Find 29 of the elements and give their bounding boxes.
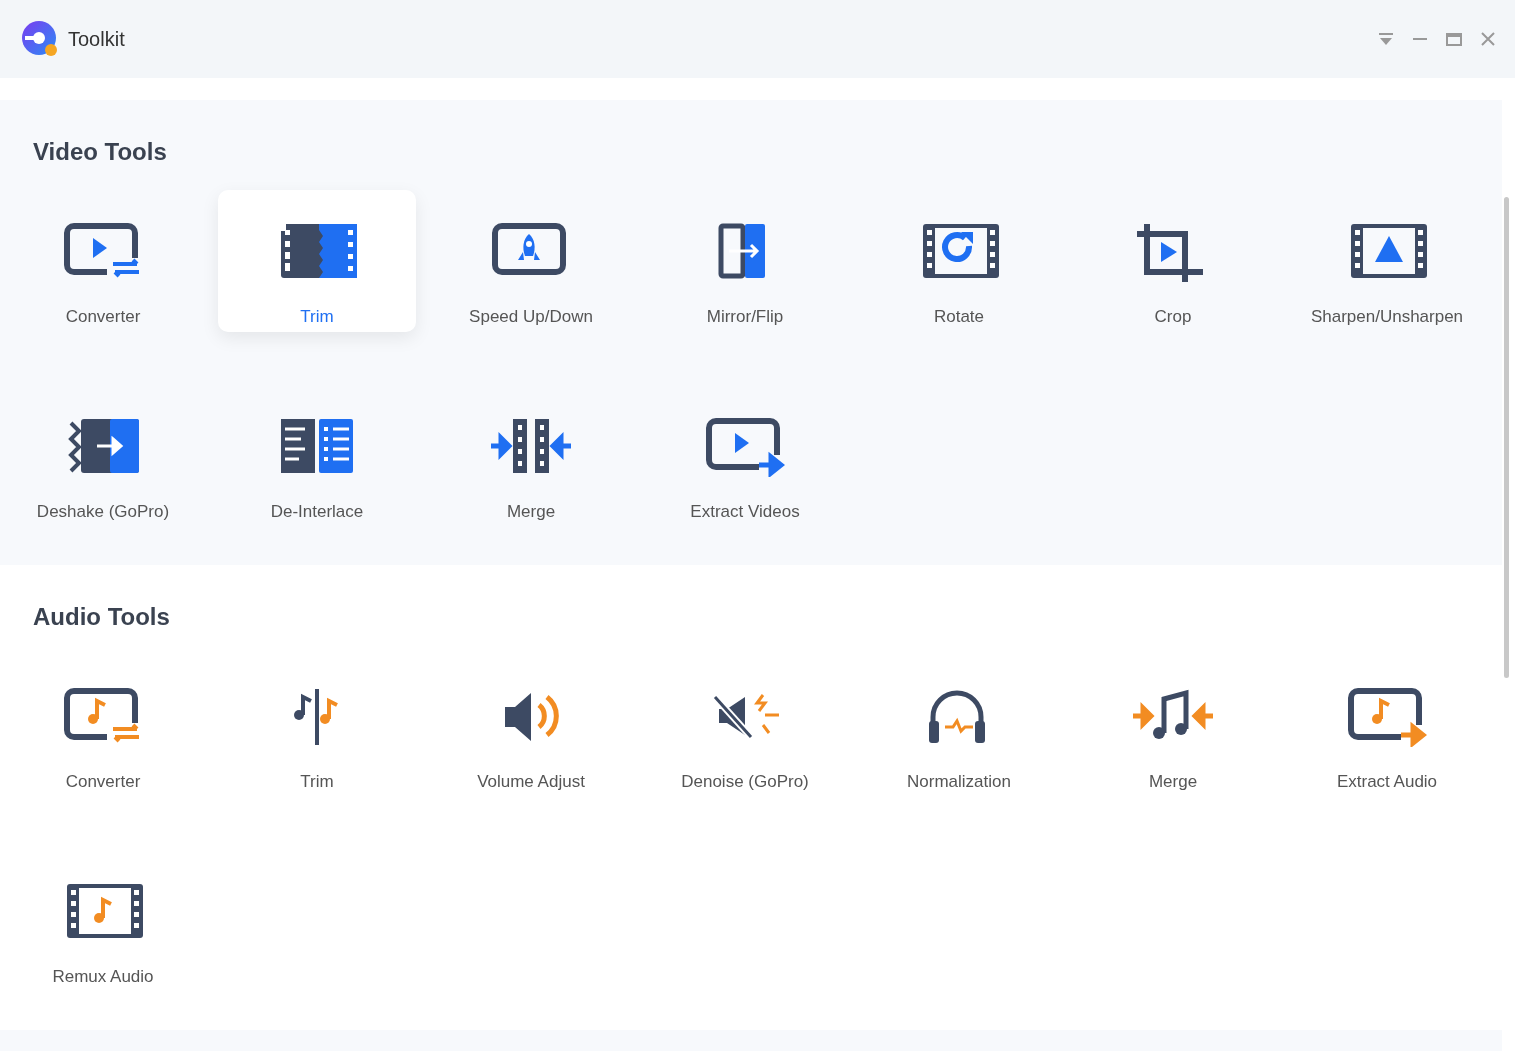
- tool-tile[interactable]: Mirror/Flip: [646, 190, 844, 332]
- dropdown-icon[interactable]: [1377, 31, 1395, 47]
- tool-tile[interactable]: Deshake (GoPro): [4, 385, 202, 527]
- tool-tile[interactable]: Volume Adjust: [432, 655, 630, 797]
- section-title: Video Tools: [33, 137, 167, 167]
- tool-tile[interactable]: Trim: [218, 655, 416, 797]
- tool-tile[interactable]: Merge: [1074, 655, 1272, 797]
- tool-tile[interactable]: Remux Audio: [4, 850, 202, 992]
- tool-tile[interactable]: Rotate: [860, 190, 1058, 332]
- tool-tile[interactable]: Sharpen/Unsharpen: [1288, 190, 1486, 332]
- app-logo-icon: [21, 20, 59, 58]
- screen-arrow-icon: [705, 415, 785, 477]
- tool-tile[interactable]: Speed Up/Down: [432, 190, 630, 332]
- tool-tile[interactable]: Merge: [432, 385, 630, 527]
- tool-tile[interactable]: Denoise (GoPro): [646, 655, 844, 797]
- maximize-icon[interactable]: [1445, 31, 1463, 47]
- window-title: Toolkit: [68, 27, 125, 52]
- tool-tile[interactable]: Extract Videos: [646, 385, 844, 527]
- screen-arrow-icon: [1347, 685, 1427, 747]
- tool-tile[interactable]: Converter: [4, 655, 202, 797]
- tool-tile[interactable]: Crop: [1074, 190, 1272, 332]
- tool-tile[interactable]: Extract Audio: [1288, 655, 1486, 797]
- section-title: Audio Tools: [33, 602, 170, 632]
- tool-tile[interactable]: Converter: [4, 190, 202, 332]
- tool-tile[interactable]: Trim: [218, 190, 416, 332]
- tool-tile[interactable]: De-Interlace: [218, 385, 416, 527]
- tool-tile[interactable]: Normalization: [860, 655, 1058, 797]
- close-icon[interactable]: [1479, 31, 1497, 47]
- scrollbar-thumb[interactable]: [1504, 197, 1509, 678]
